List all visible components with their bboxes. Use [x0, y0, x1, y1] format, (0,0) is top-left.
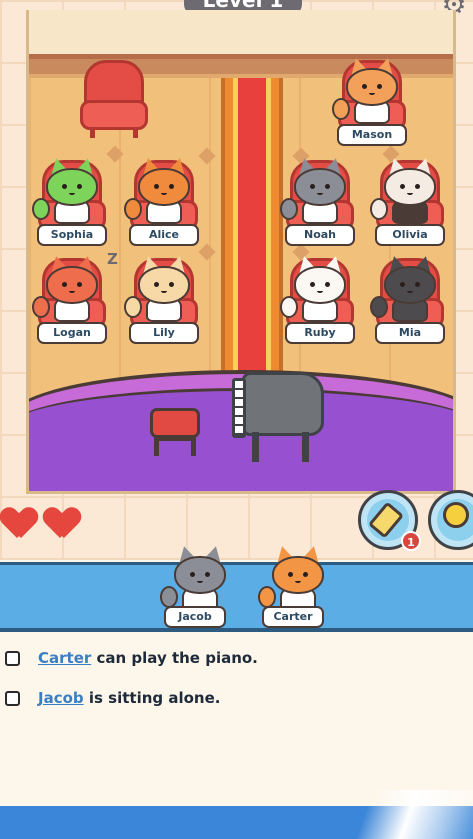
clue-item[interactable]: Jacob is sitting alone. [5, 686, 220, 710]
theater-chair[interactable] [80, 60, 148, 138]
cat-name-tag: Alice [129, 224, 199, 246]
clue-checkbox[interactable] [5, 690, 20, 706]
highlight-glow [320, 790, 473, 839]
cat-alice[interactable] [124, 156, 192, 224]
eraser-count-badge: 1 [401, 531, 421, 551]
sleep-mark: Z [107, 250, 118, 268]
cat-noah[interactable] [280, 156, 348, 224]
cat-tray [0, 562, 473, 632]
cat-name-tag: Mia [375, 322, 445, 344]
eraser-button[interactable]: 1 [358, 490, 421, 551]
cat-name-tag: Ruby [285, 322, 355, 344]
clue-checkbox[interactable] [5, 650, 20, 666]
cat-name-tag: Jacob [164, 606, 226, 628]
cat-name-tag: Lily [129, 322, 199, 344]
cat-sophia[interactable] [32, 156, 100, 224]
grand-piano [232, 372, 324, 464]
cat-name-tag: Olivia [375, 224, 445, 246]
heart-icon [45, 508, 79, 538]
cat-mason[interactable] [332, 56, 400, 124]
cat-name-tag: Noah [285, 224, 355, 246]
cat-lily[interactable] [124, 254, 192, 322]
clue-cat-link[interactable]: Carter [38, 649, 91, 667]
cat-olivia[interactable] [370, 156, 438, 224]
clue-item[interactable]: Carter can play the piano. [5, 646, 258, 670]
room-back-wall [29, 10, 453, 54]
cat-mia[interactable] [370, 254, 438, 322]
clue-cat-link[interactable]: Jacob [38, 689, 84, 707]
lightbulb-icon [443, 502, 469, 528]
cat-carter[interactable] [258, 544, 326, 612]
clue-text: Jacob is sitting alone. [38, 689, 221, 707]
cat-name-tag: Carter [262, 606, 324, 628]
cat-name-tag: Sophia [37, 224, 107, 246]
cat-jacob[interactable] [160, 544, 228, 612]
cat-logan[interactable] [32, 254, 100, 322]
heart-icon [2, 508, 36, 538]
red-carpet [221, 78, 283, 378]
cat-name-tag: Logan [37, 322, 107, 344]
piano-stool[interactable] [150, 408, 200, 458]
cat-ruby[interactable] [280, 254, 348, 322]
clue-text: Carter can play the piano. [38, 649, 258, 667]
cat-name-tag: Mason [337, 124, 407, 146]
